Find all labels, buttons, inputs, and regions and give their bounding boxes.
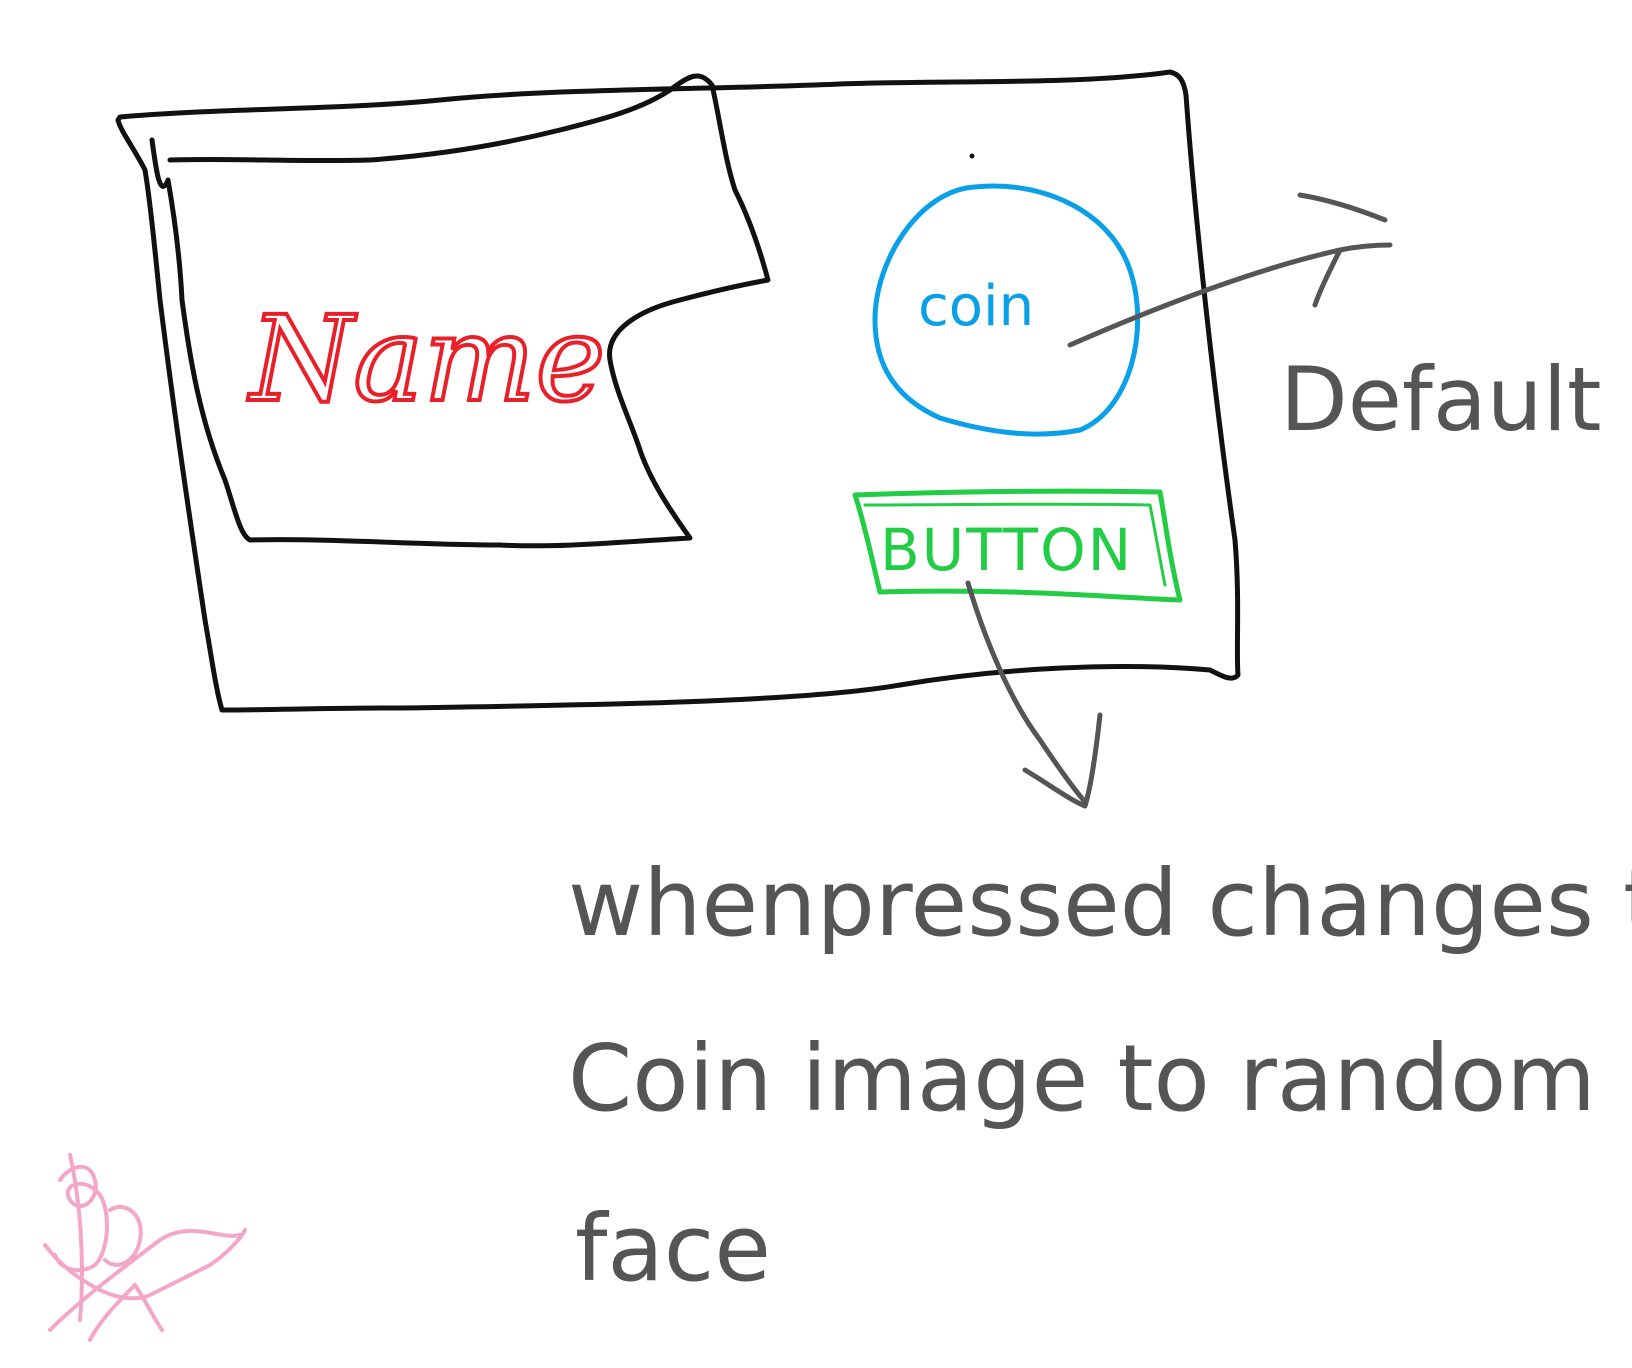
note-arrowhead [1022, 712, 1103, 809]
note-line-2: Coin image to random [568, 1025, 1596, 1132]
dot-mark [969, 153, 975, 159]
default-label: Default [1280, 348, 1602, 451]
note-line-1: whenpressed changes the [568, 850, 1632, 957]
primary-button[interactable]: BUTTON [880, 516, 1133, 584]
default-arrowhead [1297, 192, 1388, 308]
name-label: Name [247, 290, 605, 428]
coin-label: coin [918, 274, 1034, 339]
note-line-3: face [575, 1195, 771, 1302]
sketch-canvas: Name coin BUTTON Default whenpressed cha… [43, 69, 1632, 1342]
default-arrow [1067, 242, 1393, 348]
signature-icon [43, 1153, 247, 1342]
